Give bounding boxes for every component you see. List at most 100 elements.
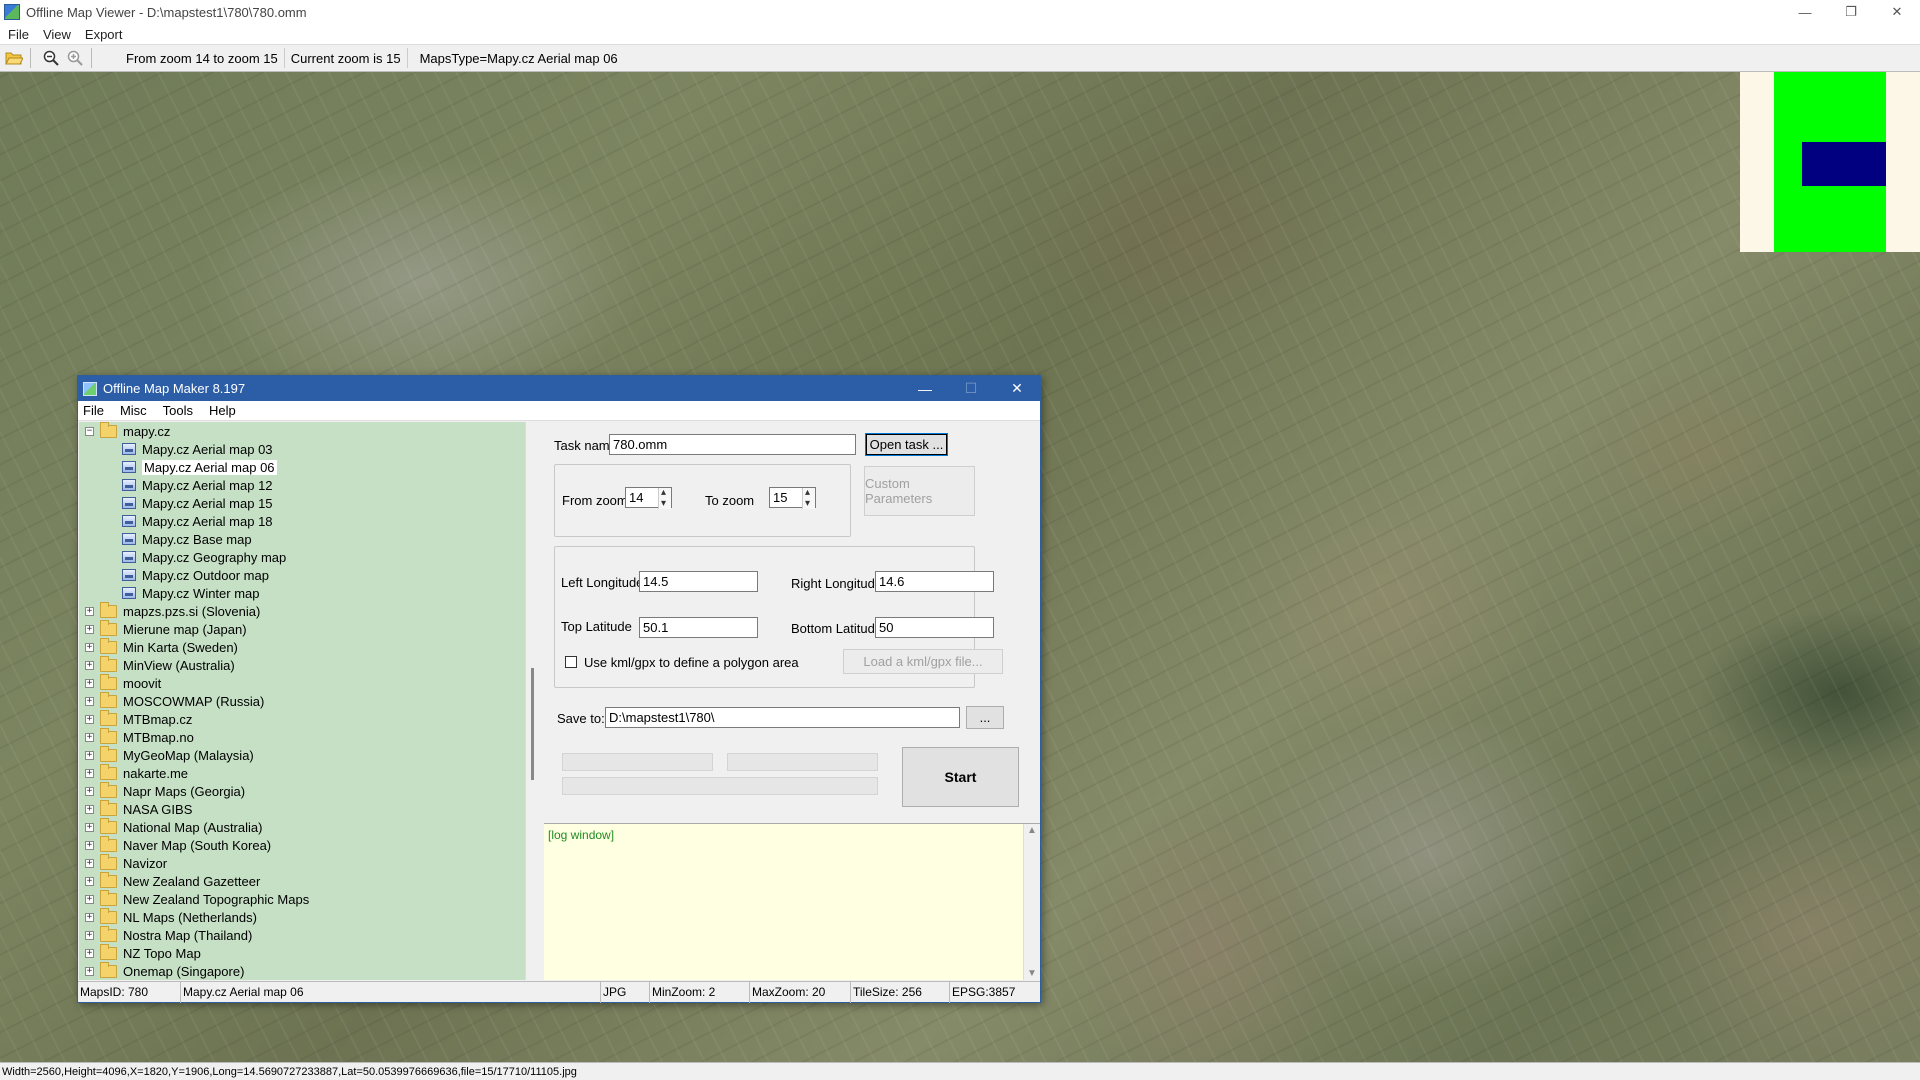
spin-arrows-icon[interactable] [658, 485, 671, 511]
expand-icon[interactable]: + [85, 768, 94, 778]
dialog-menu-file[interactable]: File [83, 403, 104, 418]
tree-node-provider[interactable]: + Napr Maps (Georgia) [79, 781, 525, 800]
dialog-titlebar[interactable]: Offline Map Maker 8.197 — ☐ ✕ [78, 376, 1040, 401]
expand-icon[interactable]: + [85, 876, 94, 886]
tree-node-provider[interactable]: + NL Maps (Netherlands) [79, 907, 525, 926]
expand-icon[interactable]: + [85, 660, 94, 670]
tree-node-provider[interactable]: + MTBmap.cz [79, 709, 525, 728]
tree-node-provider[interactable]: + New Zealand Gazetteer [79, 871, 525, 890]
expand-icon[interactable]: + [85, 750, 94, 760]
expand-icon[interactable]: + [85, 912, 94, 922]
tree-node-provider[interactable]: + moovit [79, 673, 525, 692]
open-folder-icon[interactable] [4, 48, 24, 68]
save-to-input[interactable]: D:\mapstest1\780\ [605, 707, 960, 728]
spin-arrows-icon[interactable] [802, 485, 815, 511]
expand-icon[interactable]: + [85, 678, 94, 688]
tree-node-map-layer[interactable]: Mapy.cz Aerial map 06 [79, 458, 525, 476]
log-scrollbar[interactable]: ▲ ▼ [1023, 824, 1040, 980]
tree-node-map-layer[interactable]: Mapy.cz Base map [79, 530, 525, 548]
tree-node-provider[interactable]: + MinView (Australia) [79, 655, 525, 674]
tree-node-map-layer[interactable]: Mapy.cz Aerial map 12 [79, 476, 525, 494]
tree-node-provider[interactable]: + Mierune map (Japan) [79, 619, 525, 638]
tree-node-provider[interactable]: + MTBmap.no [79, 727, 525, 746]
expand-icon[interactable]: + [85, 840, 94, 850]
tree-scroll-thumb[interactable] [531, 668, 534, 780]
open-task-button[interactable]: Open task ... [865, 433, 948, 456]
bottom-latitude-input[interactable]: 50 [875, 617, 994, 638]
tree-node-map-layer[interactable]: Mapy.cz Winter map [79, 584, 525, 602]
right-longitude-input[interactable]: 14.6 [875, 571, 994, 592]
use-kml-checkbox[interactable] [565, 656, 577, 668]
tree-node-map-layer[interactable]: Mapy.cz Geography map [79, 548, 525, 566]
dialog-menu-help[interactable]: Help [209, 403, 236, 418]
expand-icon[interactable]: + [85, 642, 94, 652]
left-longitude-input[interactable]: 14.5 [639, 571, 758, 592]
tree-node-provider[interactable]: + MyGeoMap (Malaysia) [79, 745, 525, 764]
dialog-menu-misc[interactable]: Misc [120, 403, 147, 418]
tree-node-map-layer[interactable]: Mapy.cz Aerial map 18 [79, 512, 525, 530]
tree-node-provider[interactable]: + Onemap (Singapore) [79, 961, 525, 980]
tree-scrollbar[interactable] [525, 422, 542, 980]
expand-icon[interactable]: + [85, 624, 94, 634]
dialog-minimize-icon[interactable]: — [902, 376, 948, 401]
tree-node-mapy-cz[interactable]: − mapy.cz [79, 422, 525, 440]
scroll-down-icon[interactable]: ▼ [1027, 968, 1037, 979]
tree-node-provider[interactable]: + Naver Map (South Korea) [79, 835, 525, 854]
zoom-out-icon[interactable] [41, 48, 61, 68]
expand-icon[interactable]: + [85, 606, 94, 616]
tree-node-map-layer[interactable]: Mapy.cz Aerial map 15 [79, 494, 525, 512]
tree-node-provider[interactable]: + NZ Topo Map [79, 943, 525, 962]
overview-minimap[interactable] [1740, 72, 1920, 252]
expand-icon[interactable]: + [85, 786, 94, 796]
tree-node-map-layer[interactable]: Mapy.cz Aerial map 03 [79, 440, 525, 458]
tree-node-provider[interactable]: + nakarte.me [79, 763, 525, 782]
expand-icon[interactable]: + [85, 822, 94, 832]
start-button[interactable]: Start [902, 747, 1019, 807]
tree-node-provider[interactable]: + Nostra Map (Thailand) [79, 925, 525, 944]
expand-icon[interactable]: + [85, 966, 94, 976]
expand-icon[interactable]: + [85, 696, 94, 706]
expand-icon[interactable]: + [85, 714, 94, 724]
dialog-menu-tools[interactable]: Tools [163, 403, 193, 418]
expand-icon[interactable]: + [85, 732, 94, 742]
use-kml-label[interactable]: Use kml/gpx to define a polygon area [584, 655, 799, 670]
status-maps-id: MapsID: 780 [78, 982, 181, 1003]
dialog-close-icon[interactable]: ✕ [994, 376, 1040, 401]
tree-node-provider[interactable]: + mapzs.pzs.si (Slovenia) [79, 601, 525, 620]
overview-viewport-rect[interactable] [1802, 142, 1886, 186]
to-zoom-spinner[interactable]: 15 [769, 485, 816, 511]
from-zoom-spinner[interactable]: 14 [625, 485, 672, 511]
app-map-icon [4, 4, 20, 20]
browse-folder-button[interactable]: ... [966, 706, 1004, 729]
minimize-icon[interactable]: — [1782, 0, 1828, 24]
tree-node-label: moovit [123, 675, 162, 691]
scroll-up-icon[interactable]: ▲ [1027, 825, 1037, 836]
top-latitude-input[interactable]: 50.1 [639, 617, 758, 638]
log-text: [log window] [548, 828, 615, 842]
menu-view[interactable]: View [43, 27, 71, 42]
tree-node-label: Mapy.cz Base map [142, 531, 252, 547]
expand-icon[interactable]: + [85, 858, 94, 868]
tree-node-provider[interactable]: + NASA GIBS [79, 799, 525, 818]
tree-node-provider[interactable]: + National Map (Australia) [79, 817, 525, 836]
restore-icon[interactable]: ❐ [1828, 0, 1874, 24]
close-icon[interactable]: ✕ [1874, 0, 1920, 24]
expand-icon[interactable]: + [85, 804, 94, 814]
menu-export[interactable]: Export [85, 27, 123, 42]
menu-file[interactable]: File [8, 27, 29, 42]
tree-node-provider[interactable]: + New Zealand Topographic Maps [79, 889, 525, 908]
map-source-tree[interactable]: − mapy.cz Mapy.cz Aerial map 03 Mapy.cz A… [79, 422, 525, 980]
viewer-toolbar: From zoom 14 to zoom 15 Current zoom is … [0, 44, 1920, 72]
save-to-label: Save to: [557, 711, 605, 726]
zoom-in-icon[interactable] [65, 48, 85, 68]
tree-node-provider[interactable]: + Navizor [79, 853, 525, 872]
tree-node-map-layer[interactable]: Mapy.cz Outdoor map [79, 566, 525, 584]
tree-node-provider[interactable]: + Min Karta (Sweden) [79, 637, 525, 656]
task-name-input[interactable]: 780.omm [609, 434, 856, 455]
expand-icon[interactable]: + [85, 948, 94, 958]
expand-icon[interactable]: + [85, 930, 94, 940]
tree-node-provider[interactable]: + MOSCOWMAP (Russia) [79, 691, 525, 710]
log-window[interactable]: [log window] ▲ ▼ [544, 823, 1040, 980]
expand-icon[interactable]: + [85, 894, 94, 904]
collapse-icon[interactable]: − [85, 426, 94, 436]
